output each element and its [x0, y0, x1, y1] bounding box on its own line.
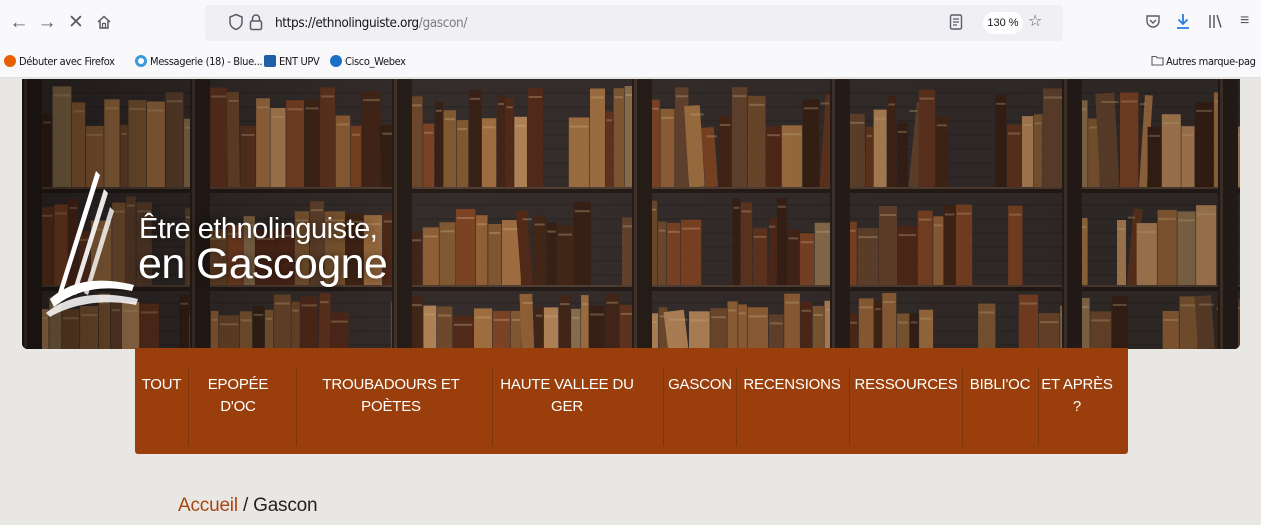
menu-item-tout[interactable]: TOUT [135, 374, 188, 396]
menu-item-biblioc[interactable]: BIBLI'OC [963, 374, 1037, 396]
zoom-level[interactable]: 130 % [983, 12, 1023, 34]
menu-item-troubadours[interactable]: TROUBADOURS ET POÈTES [313, 374, 469, 418]
bookmarks-bar: Débuter avec Firefox Messagerie (18) - B… [0, 46, 1261, 78]
back-icon[interactable]: ← [6, 10, 32, 36]
menu-divider [188, 368, 189, 446]
menu-divider [296, 368, 297, 446]
main-menu: TOUT EPOPÉE D'OC TROUBADOURS ET POÈTES H… [135, 348, 1128, 454]
download-icon[interactable] [1175, 12, 1191, 36]
breadcrumb-home-link[interactable]: Accueil [178, 495, 238, 516]
breadcrumb-current: Gascon [253, 495, 318, 516]
menu-item-recensions[interactable]: RECENSIONS [740, 374, 844, 396]
breadcrumb: Accueil / Gascon [178, 495, 318, 517]
mail-icon [135, 55, 147, 67]
bookmark-item[interactable]: Messagerie (18) - Blue... [135, 55, 263, 68]
other-bookmarks[interactable]: Autres marque-pag [1151, 55, 1256, 68]
pocket-icon[interactable] [1145, 13, 1161, 35]
menu-item-haute-vallee[interactable]: HAUTE VALLEE DU GER [489, 374, 645, 418]
site-title-line2[interactable]: en Gascogne [138, 240, 388, 289]
ent-icon [264, 55, 276, 67]
bookmark-item[interactable]: ENT UPV [264, 55, 320, 68]
menu-divider [849, 368, 850, 446]
bookmark-star-icon[interactable]: ☆ [1028, 12, 1042, 32]
forward-icon[interactable]: → [34, 10, 60, 36]
menu-item-ressources[interactable]: RESSOURCES [852, 374, 960, 396]
tracking-shield-icon[interactable] [228, 13, 244, 37]
home-icon[interactable] [91, 10, 117, 36]
firefox-icon [4, 55, 16, 67]
bookmark-item[interactable]: Cisco_Webex [330, 55, 406, 68]
menu-divider [736, 368, 737, 446]
reader-view-icon[interactable] [949, 13, 963, 37]
url-text[interactable]: https://ethnolinguiste.org/gascon/ [275, 15, 467, 31]
menu-item-epopee-doc[interactable]: EPOPÉE D'OC [198, 374, 278, 418]
url-bar[interactable]: https://ethnolinguiste.org/gascon/ ☆ [205, 5, 1063, 41]
library-icon[interactable] [1207, 12, 1223, 36]
webex-icon [330, 55, 342, 67]
header-banner: Être ethnolinguiste, en Gascogne [22, 79, 1240, 349]
site-logo-icon [46, 171, 138, 317]
breadcrumb-separator: / [237, 495, 254, 516]
stop-icon[interactable]: ✕ [63, 10, 89, 36]
folder-icon [1151, 55, 1164, 66]
bookmark-item[interactable]: Débuter avec Firefox [4, 55, 115, 68]
menu-divider [663, 368, 664, 446]
menu-item-et-apres[interactable]: ET APRÈS ? [1039, 374, 1115, 418]
browser-toolbar: ← → ✕ https://ethnolinguiste.org/gascon/… [0, 0, 1261, 46]
web-page: Être ethnolinguiste, en Gascogne TOUT EP… [0, 79, 1261, 525]
menu-icon[interactable]: ≡ [1240, 11, 1249, 31]
lock-icon[interactable] [249, 13, 263, 37]
menu-item-gascon[interactable]: GASCON [668, 374, 732, 396]
